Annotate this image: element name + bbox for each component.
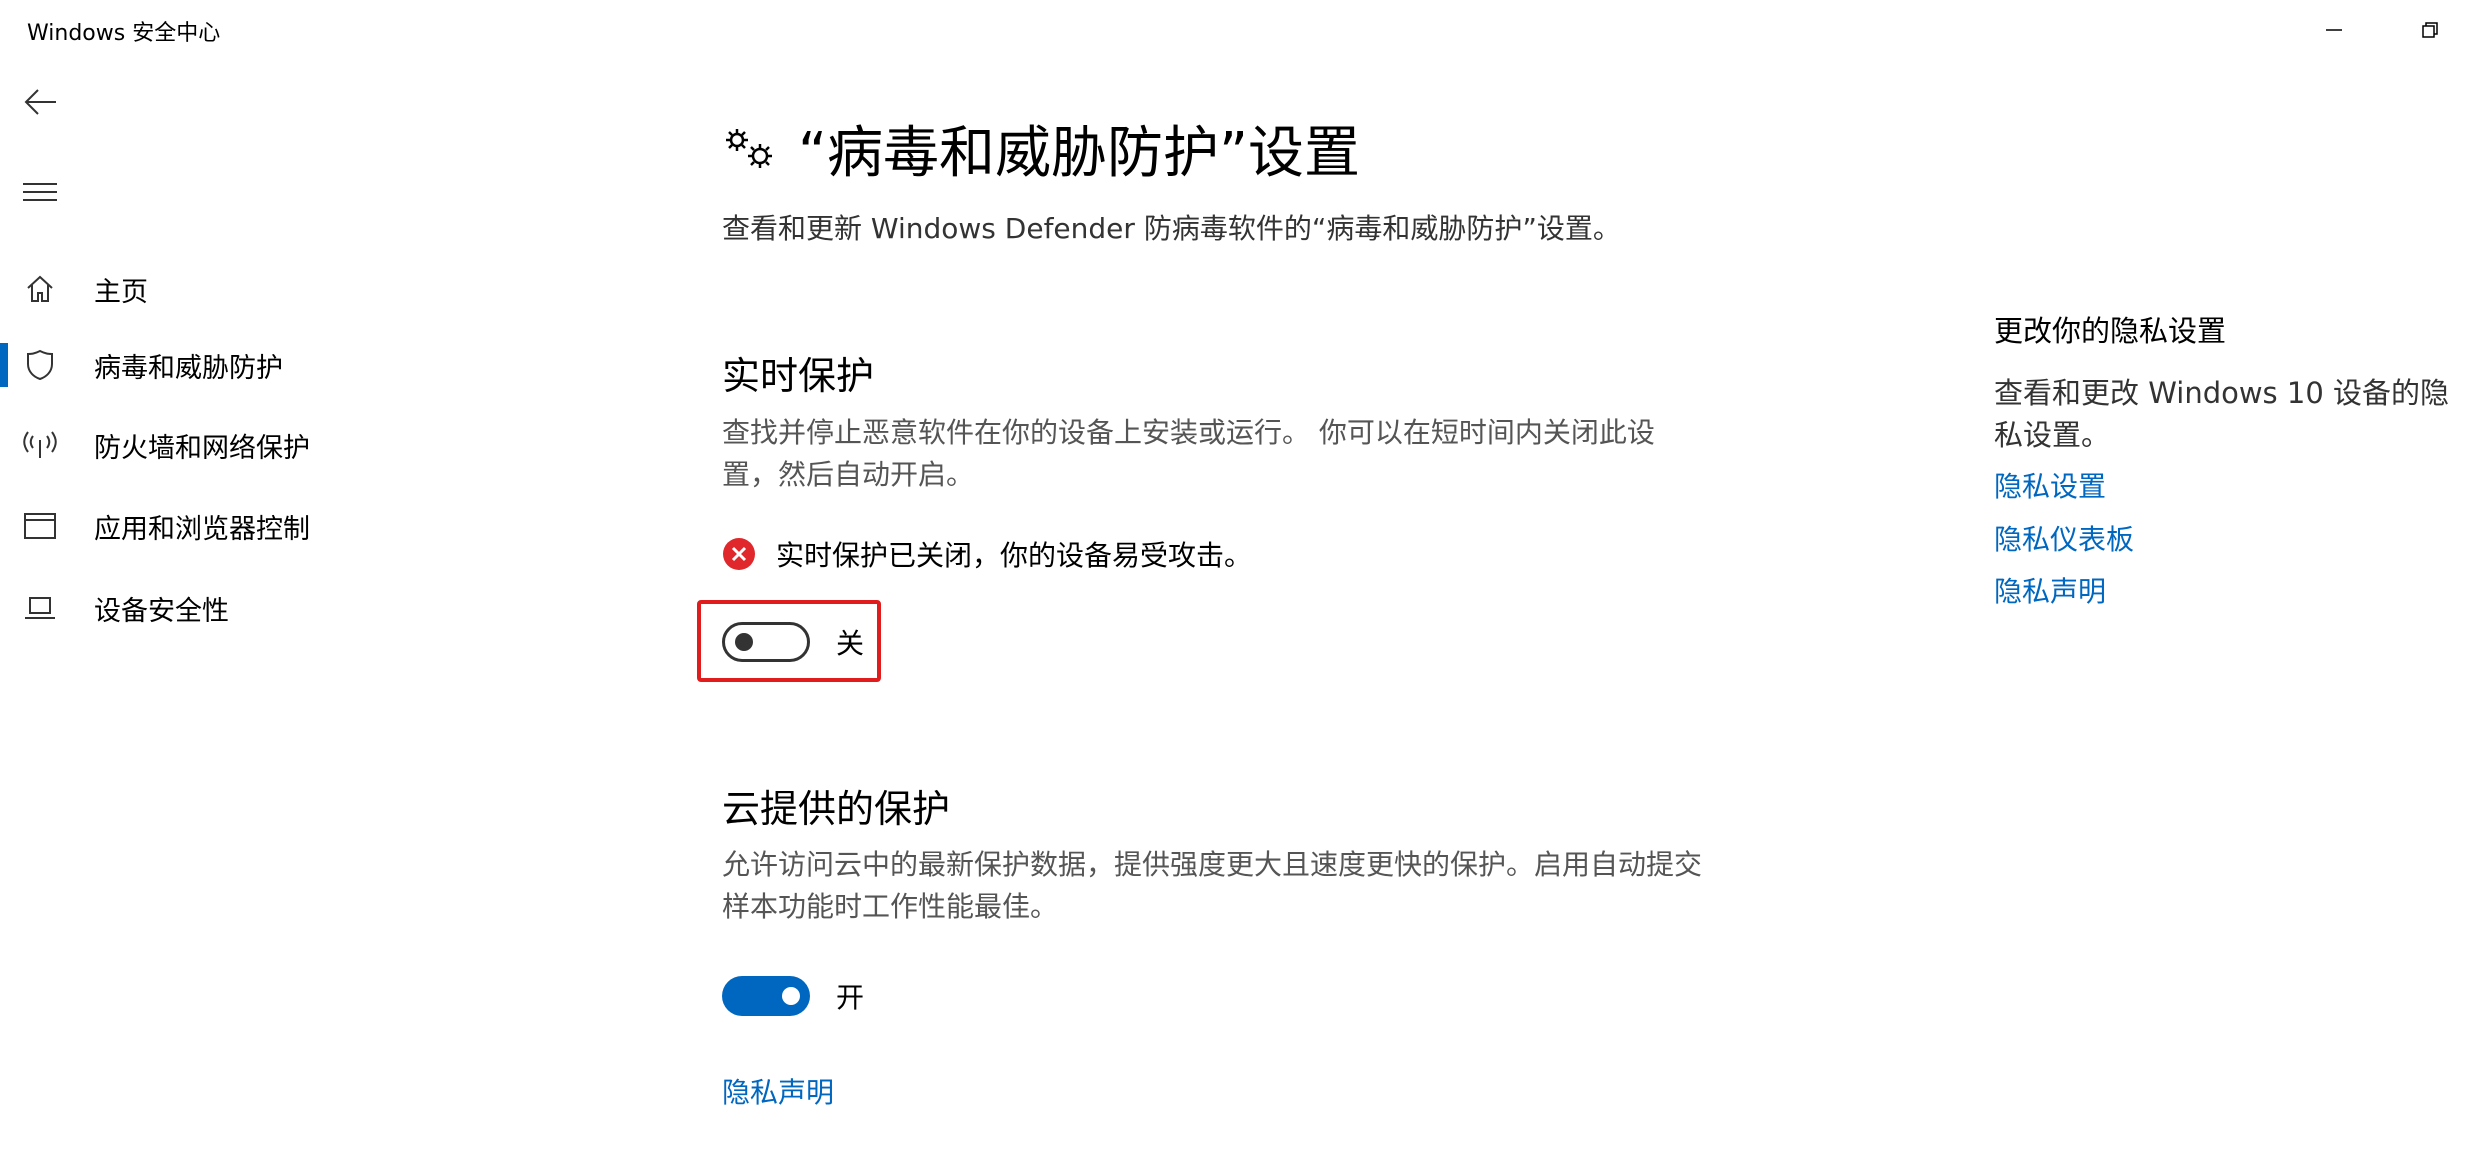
privacy-aside-description: 查看和更改 Windows 10 设备的隐私设置。 [1994, 376, 2450, 452]
cloud-protection-toggle[interactable] [722, 976, 810, 1016]
nav-item-label: 防火墙和网络保护 [94, 432, 310, 464]
app-window-icon [20, 512, 60, 540]
nav-item-home[interactable]: 主页 [0, 257, 420, 321]
minimize-icon [2326, 29, 2342, 31]
privacy-statement-link[interactable]: 隐私声明 [1994, 570, 2106, 610]
nav-item-label: 病毒和威胁防护 [94, 352, 283, 384]
cloud-toggle-row: 开 [722, 976, 864, 1016]
restore-icon [2422, 22, 2438, 38]
page-title: “病毒和威胁防护”设置 [722, 108, 1360, 189]
restore-button[interactable] [2400, 10, 2460, 50]
laptop-icon [20, 595, 60, 621]
minimize-button[interactable] [2304, 10, 2364, 50]
cloud-toggle-label: 开 [836, 981, 865, 1014]
nav-item-app-browser-control[interactable]: 应用和浏览器控制 [0, 494, 420, 558]
back-button[interactable] [14, 78, 66, 126]
page-title-text: “病毒和威胁防护”设置 [798, 121, 1361, 186]
realtime-status-text: 实时保护已关闭，你的设备易受攻击。 [776, 539, 1253, 572]
privacy-aside-title: 更改你的隐私设置 [1994, 314, 2227, 348]
realtime-protection-title: 实时保护 [722, 354, 875, 398]
realtime-protection-description: 查找并停止恶意软件在你的设备上安装或运行。 你可以在短时间内关闭此设置，然后自动… [722, 416, 1655, 491]
nav-item-label: 设备安全性 [94, 595, 229, 627]
realtime-toggle-row: 关 [722, 622, 864, 662]
nav-item-firewall[interactable]: 防火墙和网络保护 [0, 413, 420, 477]
wireless-antenna-icon [20, 430, 60, 460]
privacy-settings-link[interactable]: 隐私设置 [1994, 465, 2106, 505]
realtime-status: 实时保护已关闭，你的设备易受攻击。 [722, 534, 1252, 574]
gears-icon [726, 128, 772, 168]
nav-item-virus-protection[interactable]: 病毒和威胁防护 [0, 333, 420, 397]
window-title: Windows 安全中心 [27, 21, 221, 46]
privacy-dashboard-link[interactable]: 隐私仪表板 [1994, 518, 2134, 558]
hamburger-icon [23, 183, 57, 201]
nav-item-label: 应用和浏览器控制 [94, 513, 310, 545]
cloud-protection-description: 允许访问云中的最新保护数据，提供强度更大且速度更快的保护。启用自动提交样本功能时… [722, 848, 1703, 923]
toggle-knob [735, 633, 753, 651]
error-icon [723, 538, 755, 570]
shield-icon [20, 349, 60, 381]
nav-item-label: 主页 [94, 276, 148, 308]
toggle-knob [782, 987, 800, 1005]
cloud-protection-title: 云提供的保护 [722, 787, 951, 831]
home-icon [20, 274, 60, 304]
hamburger-menu-button[interactable] [14, 168, 66, 216]
realtime-toggle-label: 关 [836, 627, 865, 660]
page-description: 查看和更新 Windows Defender 防病毒软件的“病毒和威胁防护”设置… [722, 212, 1621, 245]
nav-item-device-security[interactable]: 设备安全性 [0, 576, 420, 640]
cloud-privacy-statement-link[interactable]: 隐私声明 [722, 1071, 834, 1111]
back-arrow-icon [24, 89, 56, 115]
realtime-protection-toggle[interactable] [722, 622, 810, 662]
